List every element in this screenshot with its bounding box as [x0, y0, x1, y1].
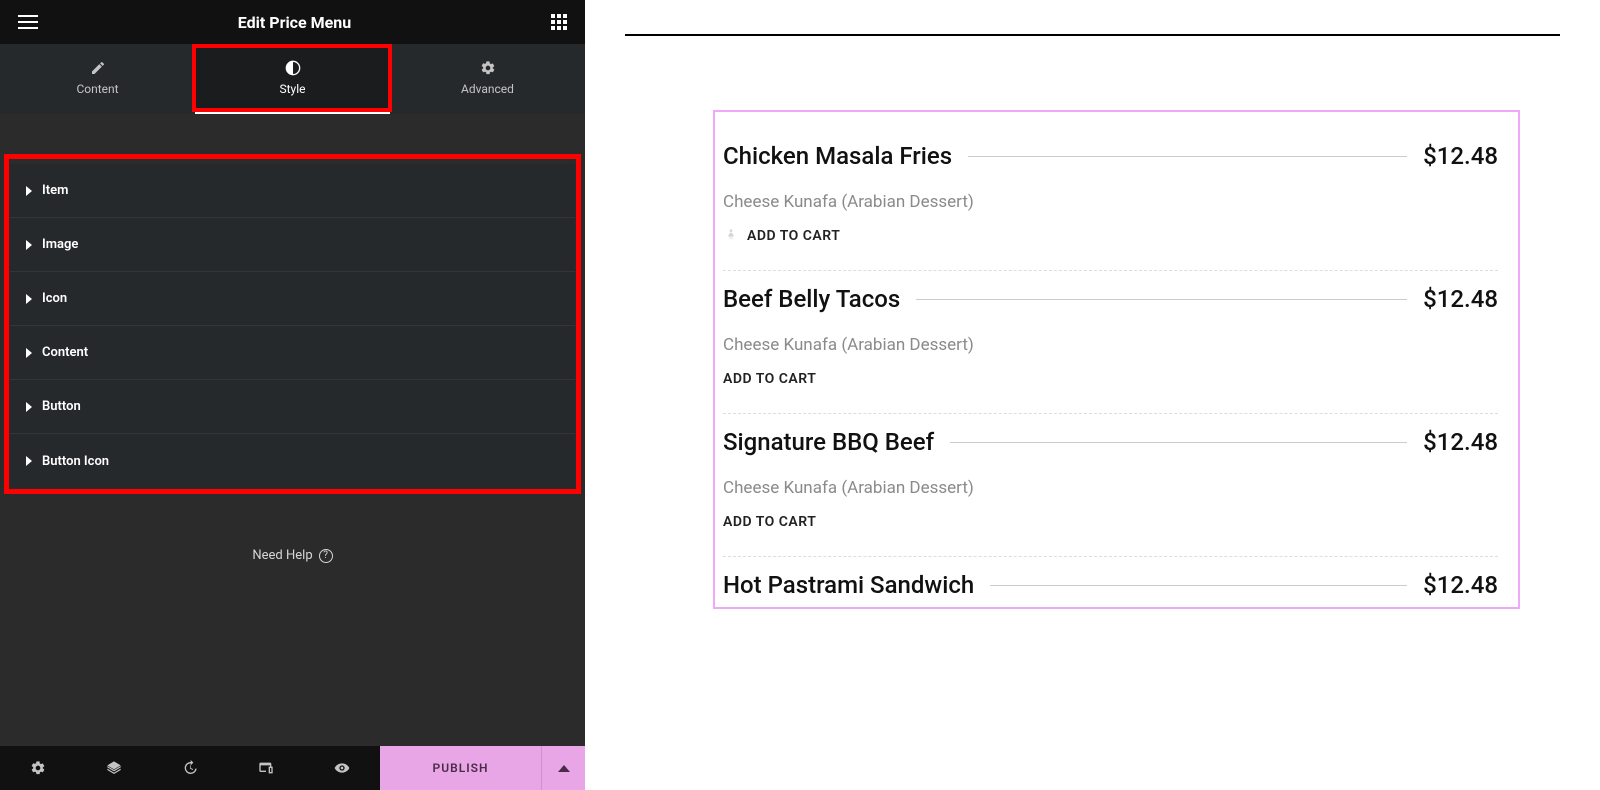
- publish-button[interactable]: PUBLISH: [380, 746, 541, 790]
- add-to-cart-button[interactable]: ADD TO CART: [723, 228, 1498, 244]
- add-to-cart-button[interactable]: ADD TO CART: [723, 514, 1498, 530]
- gear-icon: [30, 760, 46, 776]
- menu-item-desc: Cheese Kunafa (Arabian Dessert): [723, 335, 1498, 355]
- settings-button[interactable]: [0, 746, 76, 790]
- accordion-icon[interactable]: Icon: [10, 272, 575, 326]
- tab-content-label: Content: [76, 82, 118, 96]
- preview-button[interactable]: [304, 746, 380, 790]
- menu-item: Beef Belly Tacos $12.48 Cheese Kunafa (A…: [723, 271, 1498, 414]
- menu-item-title: Beef Belly Tacos: [723, 285, 900, 313]
- add-to-cart-label: ADD TO CART: [723, 371, 816, 387]
- accordion-label: Button: [42, 399, 81, 414]
- pencil-icon: [90, 60, 106, 76]
- tab-style-label: Style: [279, 82, 305, 96]
- history-button[interactable]: [152, 746, 228, 790]
- title-rule: [968, 156, 1407, 157]
- caret-right-icon: [26, 402, 32, 412]
- caret-right-icon: [26, 348, 32, 358]
- caret-right-icon: [26, 456, 32, 466]
- accordion-item[interactable]: Item: [10, 164, 575, 218]
- chevron-up-icon: [558, 765, 570, 772]
- menu-item-header: Beef Belly Tacos $12.48: [723, 285, 1498, 313]
- navigator-button[interactable]: [76, 746, 152, 790]
- responsive-button[interactable]: [228, 746, 304, 790]
- publish-options-button[interactable]: [541, 746, 585, 790]
- need-help-link[interactable]: Need Help ?: [0, 548, 585, 563]
- accordion-label: Button Icon: [42, 454, 109, 469]
- gear-icon: [480, 60, 496, 76]
- contrast-icon: [285, 60, 301, 76]
- menu-item-price: $12.48: [1423, 285, 1498, 313]
- title-rule: [990, 585, 1407, 586]
- menu-item-desc: Cheese Kunafa (Arabian Dessert): [723, 192, 1498, 212]
- accordion-label: Item: [42, 183, 68, 198]
- meditation-icon: [723, 228, 739, 244]
- help-icon: ?: [319, 549, 333, 563]
- eye-icon: [334, 760, 350, 776]
- tab-advanced[interactable]: Advanced: [390, 44, 585, 114]
- menu-item-price: $12.48: [1423, 571, 1498, 599]
- devices-icon: [258, 760, 274, 776]
- tabs-row: Content Style Advanced: [0, 44, 585, 114]
- tab-advanced-label: Advanced: [461, 82, 514, 96]
- menu-item-price: $12.48: [1423, 142, 1498, 170]
- add-to-cart-button[interactable]: ADD TO CART: [723, 371, 1498, 387]
- accordion-label: Image: [42, 237, 78, 252]
- hamburger-icon[interactable]: [18, 15, 38, 29]
- editor-panel: Edit Price Menu Content Style Advanced I…: [0, 0, 585, 790]
- menu-item-header: Hot Pastrami Sandwich $12.48: [723, 571, 1498, 599]
- tab-style[interactable]: Style: [195, 44, 390, 114]
- menu-item-header: Chicken Masala Fries $12.48: [723, 142, 1498, 170]
- layers-icon: [106, 760, 122, 776]
- add-to-cart-label: ADD TO CART: [747, 228, 840, 244]
- caret-right-icon: [26, 240, 32, 250]
- menu-item-header: Signature BBQ Beef $12.48: [723, 428, 1498, 456]
- apps-grid-icon[interactable]: [551, 14, 567, 30]
- accordion-image[interactable]: Image: [10, 218, 575, 272]
- accordion-button[interactable]: Button: [10, 380, 575, 434]
- title-rule: [950, 442, 1407, 443]
- caret-right-icon: [26, 294, 32, 304]
- menu-item-title: Chicken Masala Fries: [723, 142, 952, 170]
- menu-item: Hot Pastrami Sandwich $12.48: [723, 557, 1498, 607]
- panel-title: Edit Price Menu: [238, 13, 351, 32]
- menu-item: Signature BBQ Beef $12.48 Cheese Kunafa …: [723, 414, 1498, 557]
- accordion-content[interactable]: Content: [10, 326, 575, 380]
- menu-item-title: Signature BBQ Beef: [723, 428, 934, 456]
- accordion-wrap: Item Image Icon Content Button Button Ic…: [0, 114, 585, 488]
- menu-item-price: $12.48: [1423, 428, 1498, 456]
- caret-right-icon: [26, 186, 32, 196]
- need-help-label: Need Help: [252, 548, 312, 563]
- preview-canvas: Chicken Masala Fries $12.48 Cheese Kunaf…: [585, 0, 1600, 790]
- publish-group: PUBLISH: [380, 746, 585, 790]
- tab-content[interactable]: Content: [0, 44, 195, 114]
- accordion-label: Icon: [42, 291, 67, 306]
- menu-item-title: Hot Pastrami Sandwich: [723, 571, 974, 599]
- title-rule: [916, 299, 1407, 300]
- accordion-label: Content: [42, 345, 88, 360]
- add-to-cart-label: ADD TO CART: [723, 514, 816, 530]
- panel-header: Edit Price Menu: [0, 0, 585, 44]
- menu-item: Chicken Masala Fries $12.48 Cheese Kunaf…: [723, 128, 1498, 271]
- publish-label: PUBLISH: [433, 761, 489, 775]
- history-icon: [182, 760, 198, 776]
- price-menu-widget[interactable]: Chicken Masala Fries $12.48 Cheese Kunaf…: [713, 110, 1520, 609]
- bottom-toolbar: PUBLISH: [0, 746, 585, 790]
- divider: [625, 34, 1560, 36]
- menu-item-desc: Cheese Kunafa (Arabian Dessert): [723, 478, 1498, 498]
- style-accordion: Item Image Icon Content Button Button Ic…: [10, 164, 575, 488]
- accordion-button-icon[interactable]: Button Icon: [10, 434, 575, 488]
